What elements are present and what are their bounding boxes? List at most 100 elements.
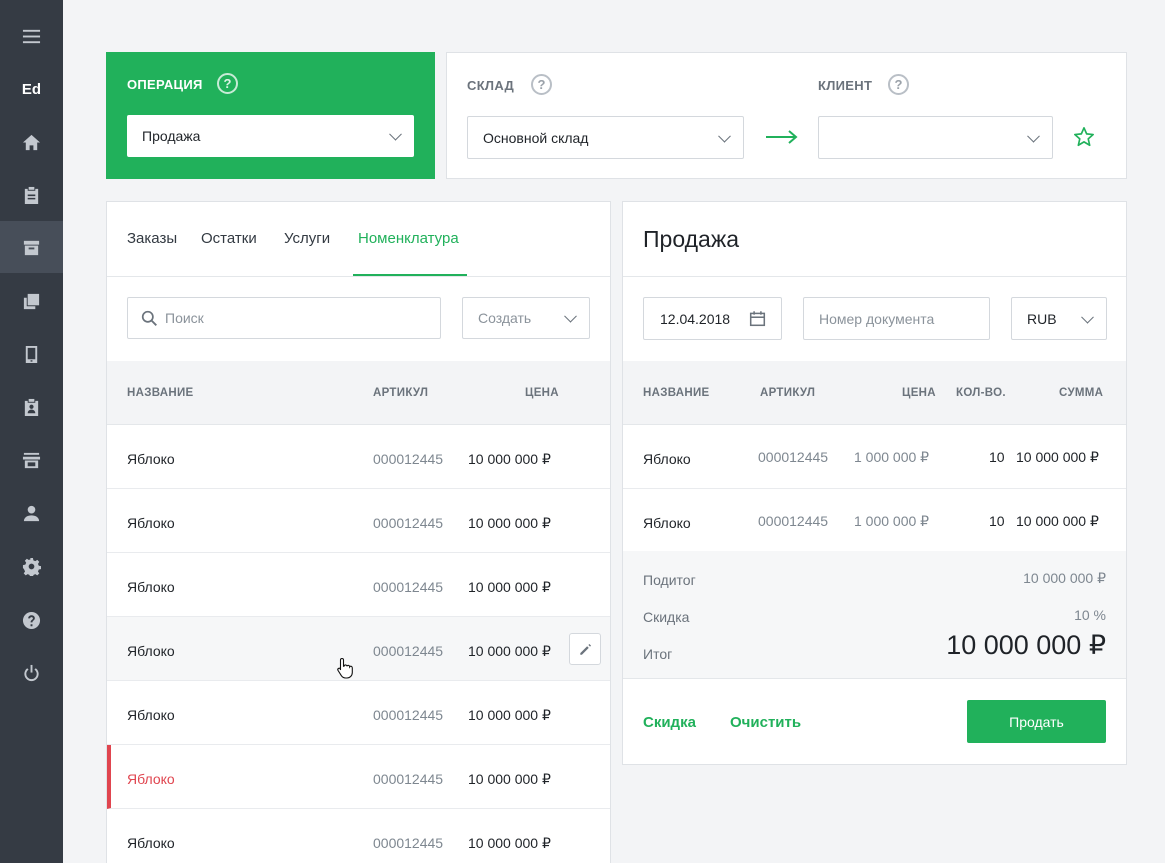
- date-field[interactable]: 12.04.2018: [643, 297, 782, 340]
- row-name: Яблоко: [643, 515, 691, 531]
- create-dropdown[interactable]: Создать: [462, 297, 590, 339]
- sell-button[interactable]: Продать: [967, 700, 1106, 743]
- chevron-down-icon: [1081, 310, 1094, 324]
- column-price: ЦЕНА: [525, 387, 559, 399]
- row-price: 10 000 000 ₽: [468, 643, 551, 659]
- row-article: 000012445: [373, 515, 444, 531]
- total-label: Итог: [643, 646, 673, 662]
- sidebar: Ed: [0, 0, 63, 863]
- row-price: 10 000 000 ₽: [468, 707, 551, 723]
- document-number-field[interactable]: Номер документа: [803, 297, 990, 340]
- gear-icon[interactable]: [0, 540, 63, 592]
- row-price: 10 000 000 ₽: [468, 515, 551, 531]
- operation-label: ОПЕРАЦИЯ: [127, 77, 203, 92]
- sale-table-header: НАЗВАНИЕ АРТИКУЛ ЦЕНА КОЛ-ВО. СУММА: [623, 361, 1126, 425]
- currency-select[interactable]: RUB: [1011, 297, 1107, 340]
- row-name: Яблоко: [127, 579, 175, 595]
- row-price: 1 000 000 ₽: [854, 449, 930, 465]
- column-article: АРТИКУЛ: [373, 387, 429, 399]
- clipboard-icon[interactable]: [0, 169, 63, 221]
- help-icon[interactable]: ?: [888, 74, 909, 95]
- table-row[interactable]: Яблоко 000012445 10 000 000 ₽: [107, 425, 610, 489]
- row-article: 000012445: [373, 707, 444, 723]
- column-quantity: КОЛ-ВО.: [956, 387, 1006, 399]
- menu-icon[interactable]: [0, 10, 63, 62]
- row-article: 000012445: [373, 451, 444, 467]
- tab-stock[interactable]: Остатки: [201, 230, 257, 247]
- row-article: 000012445: [373, 771, 444, 787]
- catalog-panel: Заказы Остатки Услуги Номенклатура Поиск…: [106, 201, 611, 863]
- row-price: 10 000 000 ₽: [468, 579, 551, 595]
- discount-label: Скидка: [643, 609, 690, 625]
- help-icon[interactable]: [0, 594, 63, 646]
- client-select[interactable]: [818, 116, 1053, 159]
- calendar-icon[interactable]: [749, 310, 766, 327]
- row-name: Яблоко: [127, 643, 175, 659]
- sale-title: Продажа: [643, 226, 739, 252]
- badge-icon[interactable]: [0, 381, 63, 433]
- home-icon[interactable]: [0, 116, 63, 168]
- row-price: 10 000 000 ₽: [468, 835, 551, 851]
- table-row[interactable]: Яблоко 000012445 1 000 000 ₽ 10 10 000 0…: [623, 489, 1126, 553]
- store-icon[interactable]: [0, 434, 63, 486]
- table-row[interactable]: Яблоко 000012445 10 000 000 ₽: [107, 553, 610, 617]
- column-price: ЦЕНА: [902, 387, 936, 399]
- column-article: АРТИКУЛ: [760, 387, 816, 399]
- search-input[interactable]: Поиск: [127, 297, 441, 339]
- power-icon[interactable]: [0, 647, 63, 699]
- pencil-icon: [579, 643, 591, 655]
- table-row[interactable]: Яблоко 000012445 10 000 000 ₽: [107, 681, 610, 745]
- row-name: Яблоко: [127, 707, 175, 723]
- archive-icon[interactable]: [0, 221, 63, 273]
- currency-value: RUB: [1027, 310, 1057, 327]
- row-sum: 10 000 000 ₽: [1016, 513, 1099, 529]
- row-quantity: 10: [989, 449, 1005, 465]
- row-quantity: 10: [989, 513, 1005, 529]
- table-row-alert[interactable]: Яблоко 000012445 10 000 000 ₽: [107, 745, 610, 809]
- clear-link[interactable]: Очистить: [730, 714, 801, 731]
- row-name: Яблоко: [643, 451, 691, 467]
- warehouse-select[interactable]: Основной склад: [467, 116, 744, 159]
- row-article: 000012445: [373, 643, 444, 659]
- arrow-right-icon: [766, 130, 798, 144]
- table-row[interactable]: Яблоко 000012445 1 000 000 ₽ 10 10 000 0…: [623, 425, 1126, 489]
- client-label: КЛИЕНТ: [818, 78, 873, 93]
- row-article: 000012445: [758, 513, 829, 529]
- tablet-icon[interactable]: [0, 328, 63, 380]
- table-row[interactable]: Яблоко 000012445 10 000 000 ₽: [107, 489, 610, 553]
- discount-link[interactable]: Скидка: [643, 714, 696, 731]
- column-name: НАЗВАНИЕ: [127, 387, 194, 399]
- user-icon[interactable]: [0, 487, 63, 539]
- chevron-down-icon: [1027, 129, 1040, 143]
- row-name: Яблоко: [127, 771, 175, 787]
- help-icon[interactable]: ?: [531, 74, 552, 95]
- divider: [623, 276, 1126, 277]
- table-row[interactable]: Яблоко 000012445 10 000 000 ₽: [107, 809, 610, 863]
- row-article: 000012445: [373, 835, 444, 851]
- sale-summary: Подитог 10 000 000 ₽ Скидка 10 % Итог 10…: [623, 551, 1126, 679]
- edit-button[interactable]: [569, 633, 601, 665]
- operation-select[interactable]: Продажа: [127, 115, 414, 157]
- document-number-placeholder: Номер документа: [819, 310, 935, 327]
- hand-cursor-icon: [337, 657, 353, 679]
- subtotal-value: 10 000 000 ₽: [1023, 570, 1106, 586]
- row-name: Яблоко: [127, 451, 175, 467]
- help-icon[interactable]: ?: [217, 73, 238, 94]
- chevron-down-icon: [389, 127, 402, 141]
- row-name: Яблоко: [127, 835, 175, 851]
- row-article: 000012445: [373, 579, 444, 595]
- row-name: Яблоко: [127, 515, 175, 531]
- search-icon: [141, 310, 157, 326]
- chevron-down-icon: [564, 309, 577, 323]
- tab-orders[interactable]: Заказы: [127, 230, 177, 247]
- star-icon[interactable]: [1073, 126, 1095, 148]
- row-price: 10 000 000 ₽: [468, 451, 551, 467]
- tab-services[interactable]: Услуги: [284, 230, 330, 247]
- layers-icon[interactable]: [0, 275, 63, 327]
- row-price: 10 000 000 ₽: [468, 771, 551, 787]
- sale-panel: Продажа 12.04.2018 Номер документа RUB Н…: [622, 201, 1127, 765]
- tab-nomenclature[interactable]: Номенклатура: [358, 230, 459, 247]
- table-row[interactable]: Яблоко 000012445 10 000 000 ₽: [107, 617, 610, 681]
- catalog-tabs: Заказы Остатки Услуги Номенклатура: [107, 202, 610, 277]
- brand-logo[interactable]: Ed: [0, 63, 63, 115]
